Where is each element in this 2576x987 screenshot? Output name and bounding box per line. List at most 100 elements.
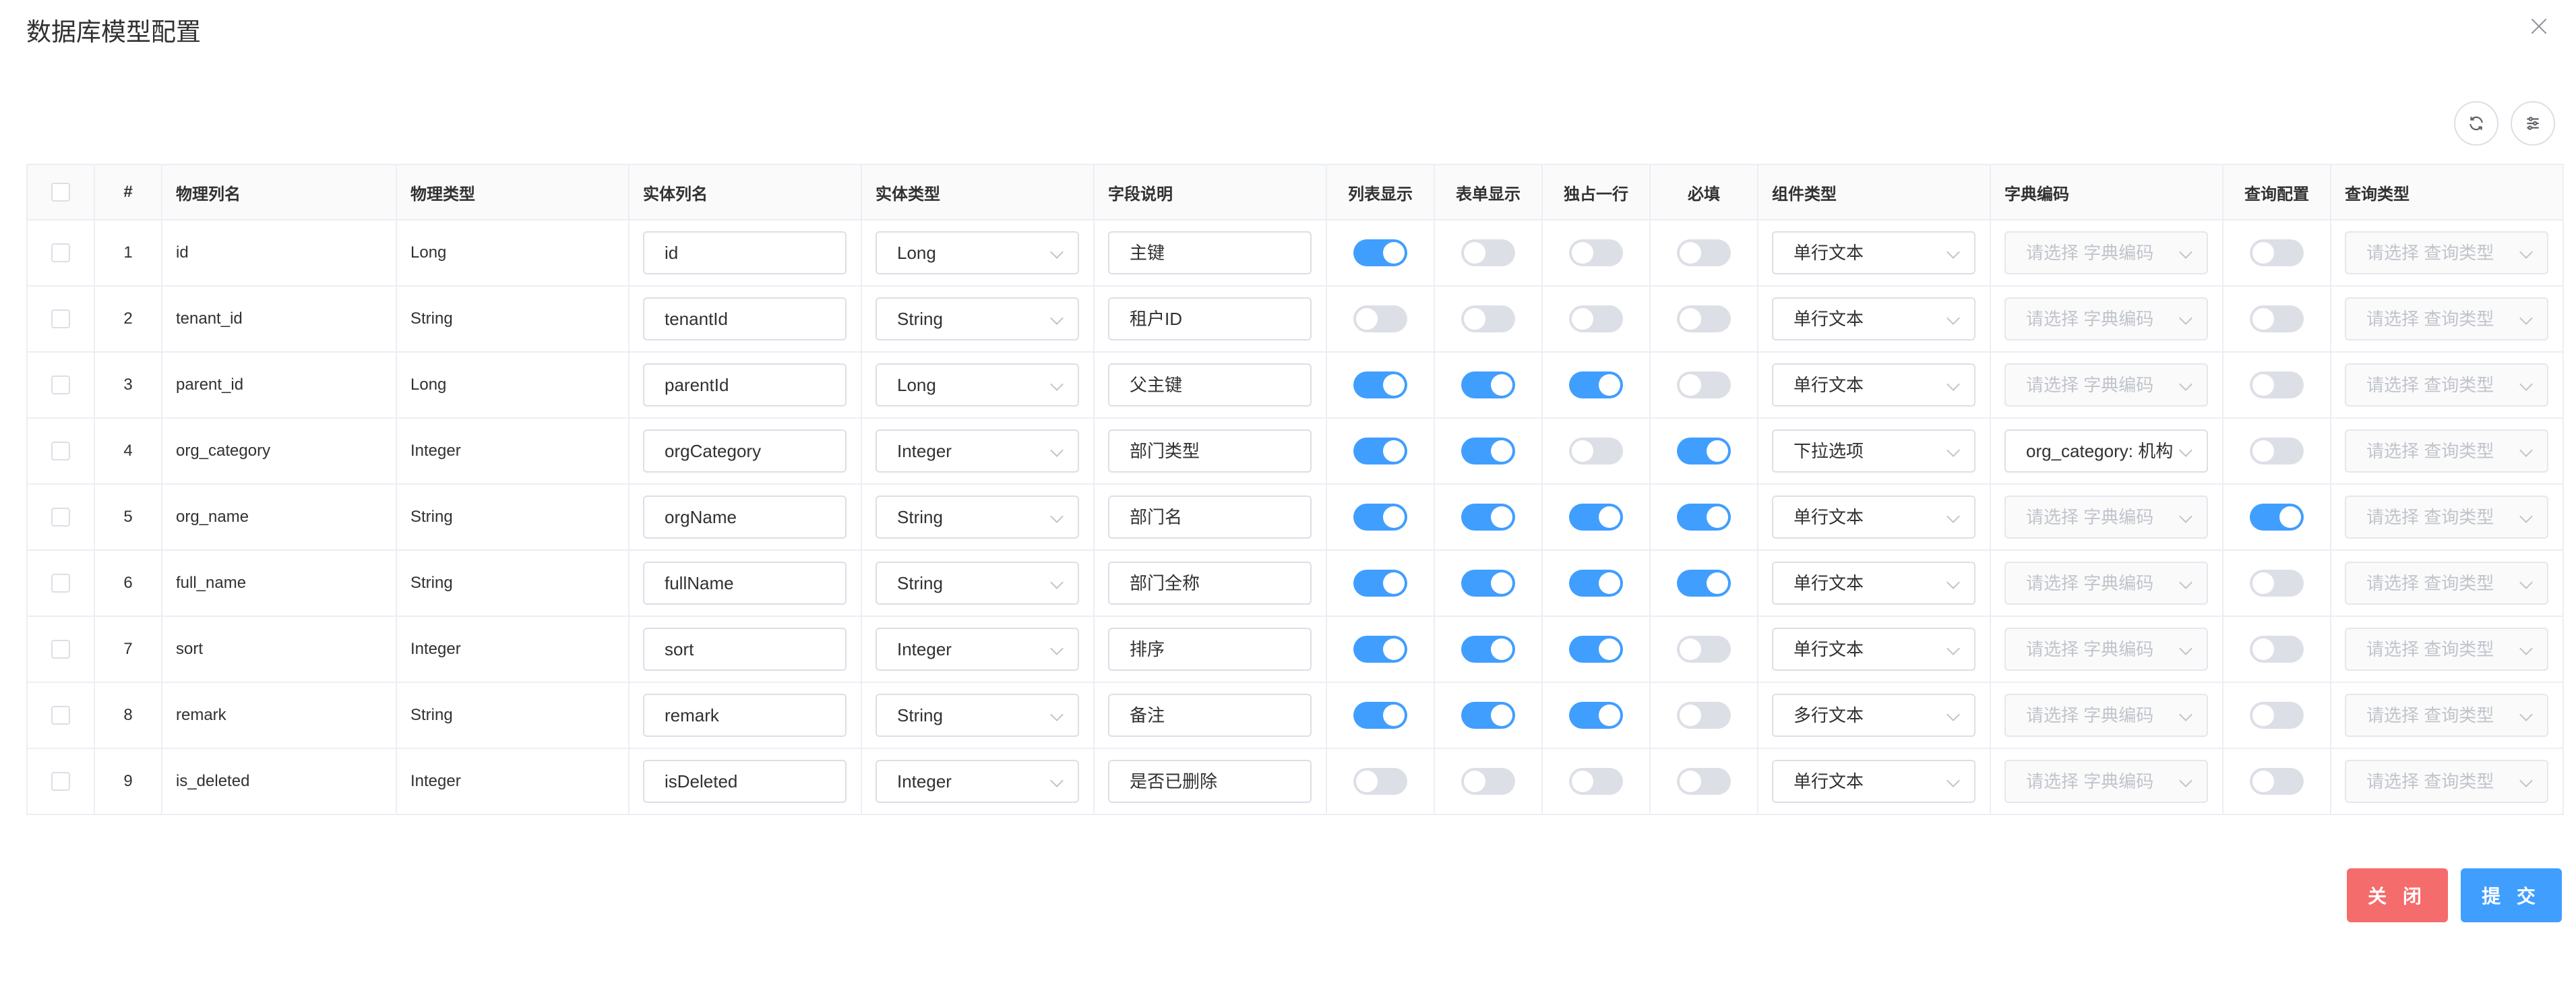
dict-code-select[interactable]: 请选择 字典编码 [2004, 297, 2208, 340]
form-show-switch[interactable] [1461, 570, 1515, 597]
entity-name-input[interactable]: isDeleted [643, 760, 847, 803]
entity-name-input[interactable]: remark [643, 694, 847, 737]
exclusive-row-switch[interactable] [1569, 570, 1623, 597]
select-all-checkbox[interactable] [51, 183, 70, 202]
query-type-select[interactable]: 请选择 查询类型 [2345, 694, 2548, 737]
dict-code-select[interactable]: 请选择 字典编码 [2004, 760, 2208, 803]
refresh-icon[interactable] [2454, 101, 2498, 146]
list-show-switch[interactable] [1353, 305, 1407, 332]
field-desc-input[interactable]: 部门全称 [1108, 562, 1312, 605]
component-type-select[interactable]: 单行文本 [1772, 628, 1975, 671]
row-checkbox[interactable] [51, 640, 70, 659]
field-desc-input[interactable]: 父主键 [1108, 363, 1312, 407]
required-switch[interactable] [1677, 371, 1731, 398]
form-show-switch[interactable] [1461, 636, 1515, 663]
list-show-switch[interactable] [1353, 239, 1407, 266]
query-type-select[interactable]: 请选择 查询类型 [2345, 760, 2548, 803]
field-desc-input[interactable]: 备注 [1108, 694, 1312, 737]
query-config-switch[interactable] [2250, 636, 2304, 663]
dict-code-select[interactable]: 请选择 字典编码 [2004, 231, 2208, 274]
exclusive-row-switch[interactable] [1569, 504, 1623, 531]
component-type-select[interactable]: 单行文本 [1772, 297, 1975, 340]
close-icon[interactable] [2530, 18, 2548, 35]
component-type-select[interactable]: 单行文本 [1772, 231, 1975, 274]
query-config-switch[interactable] [2250, 570, 2304, 597]
query-type-select[interactable]: 请选择 查询类型 [2345, 231, 2548, 274]
query-config-switch[interactable] [2250, 438, 2304, 465]
row-checkbox[interactable] [51, 574, 70, 593]
query-type-select[interactable]: 请选择 查询类型 [2345, 297, 2548, 340]
row-checkbox[interactable] [51, 376, 70, 395]
row-checkbox[interactable] [51, 309, 70, 329]
form-show-switch[interactable] [1461, 305, 1515, 332]
entity-type-select[interactable]: Long [876, 363, 1079, 407]
entity-type-select[interactable]: String [876, 694, 1079, 737]
field-desc-input[interactable]: 部门名 [1108, 496, 1312, 539]
field-desc-input[interactable]: 是否已删除 [1108, 760, 1312, 803]
component-type-select[interactable]: 单行文本 [1772, 363, 1975, 407]
query-type-select[interactable]: 请选择 查询类型 [2345, 429, 2548, 473]
required-switch[interactable] [1677, 305, 1731, 332]
submit-button[interactable]: 提 交 [2461, 868, 2562, 922]
list-show-switch[interactable] [1353, 371, 1407, 398]
entity-type-select[interactable]: String [876, 496, 1079, 539]
exclusive-row-switch[interactable] [1569, 768, 1623, 795]
query-config-switch[interactable] [2250, 768, 2304, 795]
field-desc-input[interactable]: 主键 [1108, 231, 1312, 274]
entity-type-select[interactable]: Integer [876, 429, 1079, 473]
exclusive-row-switch[interactable] [1569, 702, 1623, 729]
required-switch[interactable] [1677, 702, 1731, 729]
form-show-switch[interactable] [1461, 239, 1515, 266]
list-show-switch[interactable] [1353, 504, 1407, 531]
row-checkbox[interactable] [51, 243, 70, 263]
form-show-switch[interactable] [1461, 768, 1515, 795]
row-checkbox[interactable] [51, 508, 70, 527]
field-desc-input[interactable]: 部门类型 [1108, 429, 1312, 473]
dict-code-select[interactable]: org_category: 机构 [2004, 429, 2208, 473]
list-show-switch[interactable] [1353, 636, 1407, 663]
query-config-switch[interactable] [2250, 305, 2304, 332]
entity-name-input[interactable]: sort [643, 628, 847, 671]
dict-code-select[interactable]: 请选择 字典编码 [2004, 694, 2208, 737]
query-type-select[interactable]: 请选择 查询类型 [2345, 496, 2548, 539]
row-checkbox[interactable] [51, 442, 70, 461]
entity-type-select[interactable]: String [876, 562, 1079, 605]
required-switch[interactable] [1677, 768, 1731, 795]
required-switch[interactable] [1677, 504, 1731, 531]
dict-code-select[interactable]: 请选择 字典编码 [2004, 363, 2208, 407]
component-type-select[interactable]: 单行文本 [1772, 562, 1975, 605]
required-switch[interactable] [1677, 636, 1731, 663]
form-show-switch[interactable] [1461, 702, 1515, 729]
entity-type-select[interactable]: Long [876, 231, 1079, 274]
entity-name-input[interactable]: orgName [643, 496, 847, 539]
form-show-switch[interactable] [1461, 371, 1515, 398]
entity-name-input[interactable]: orgCategory [643, 429, 847, 473]
component-type-select[interactable]: 单行文本 [1772, 496, 1975, 539]
exclusive-row-switch[interactable] [1569, 371, 1623, 398]
query-config-switch[interactable] [2250, 371, 2304, 398]
column-settings-icon[interactable] [2511, 101, 2555, 146]
exclusive-row-switch[interactable] [1569, 438, 1623, 465]
dict-code-select[interactable]: 请选择 字典编码 [2004, 628, 2208, 671]
entity-name-input[interactable]: fullName [643, 562, 847, 605]
exclusive-row-switch[interactable] [1569, 239, 1623, 266]
form-show-switch[interactable] [1461, 438, 1515, 465]
query-config-switch[interactable] [2250, 504, 2304, 531]
query-type-select[interactable]: 请选择 查询类型 [2345, 363, 2548, 407]
field-desc-input[interactable]: 排序 [1108, 628, 1312, 671]
entity-name-input[interactable]: tenantId [643, 297, 847, 340]
entity-type-select[interactable]: Integer [876, 760, 1079, 803]
exclusive-row-switch[interactable] [1569, 305, 1623, 332]
entity-name-input[interactable]: parentId [643, 363, 847, 407]
query-type-select[interactable]: 请选择 查询类型 [2345, 628, 2548, 671]
query-type-select[interactable]: 请选择 查询类型 [2345, 562, 2548, 605]
required-switch[interactable] [1677, 239, 1731, 266]
list-show-switch[interactable] [1353, 768, 1407, 795]
dict-code-select[interactable]: 请选择 字典编码 [2004, 562, 2208, 605]
required-switch[interactable] [1677, 438, 1731, 465]
component-type-select[interactable]: 多行文本 [1772, 694, 1975, 737]
component-type-select[interactable]: 下拉选项 [1772, 429, 1975, 473]
required-switch[interactable] [1677, 570, 1731, 597]
form-show-switch[interactable] [1461, 504, 1515, 531]
query-config-switch[interactable] [2250, 702, 2304, 729]
